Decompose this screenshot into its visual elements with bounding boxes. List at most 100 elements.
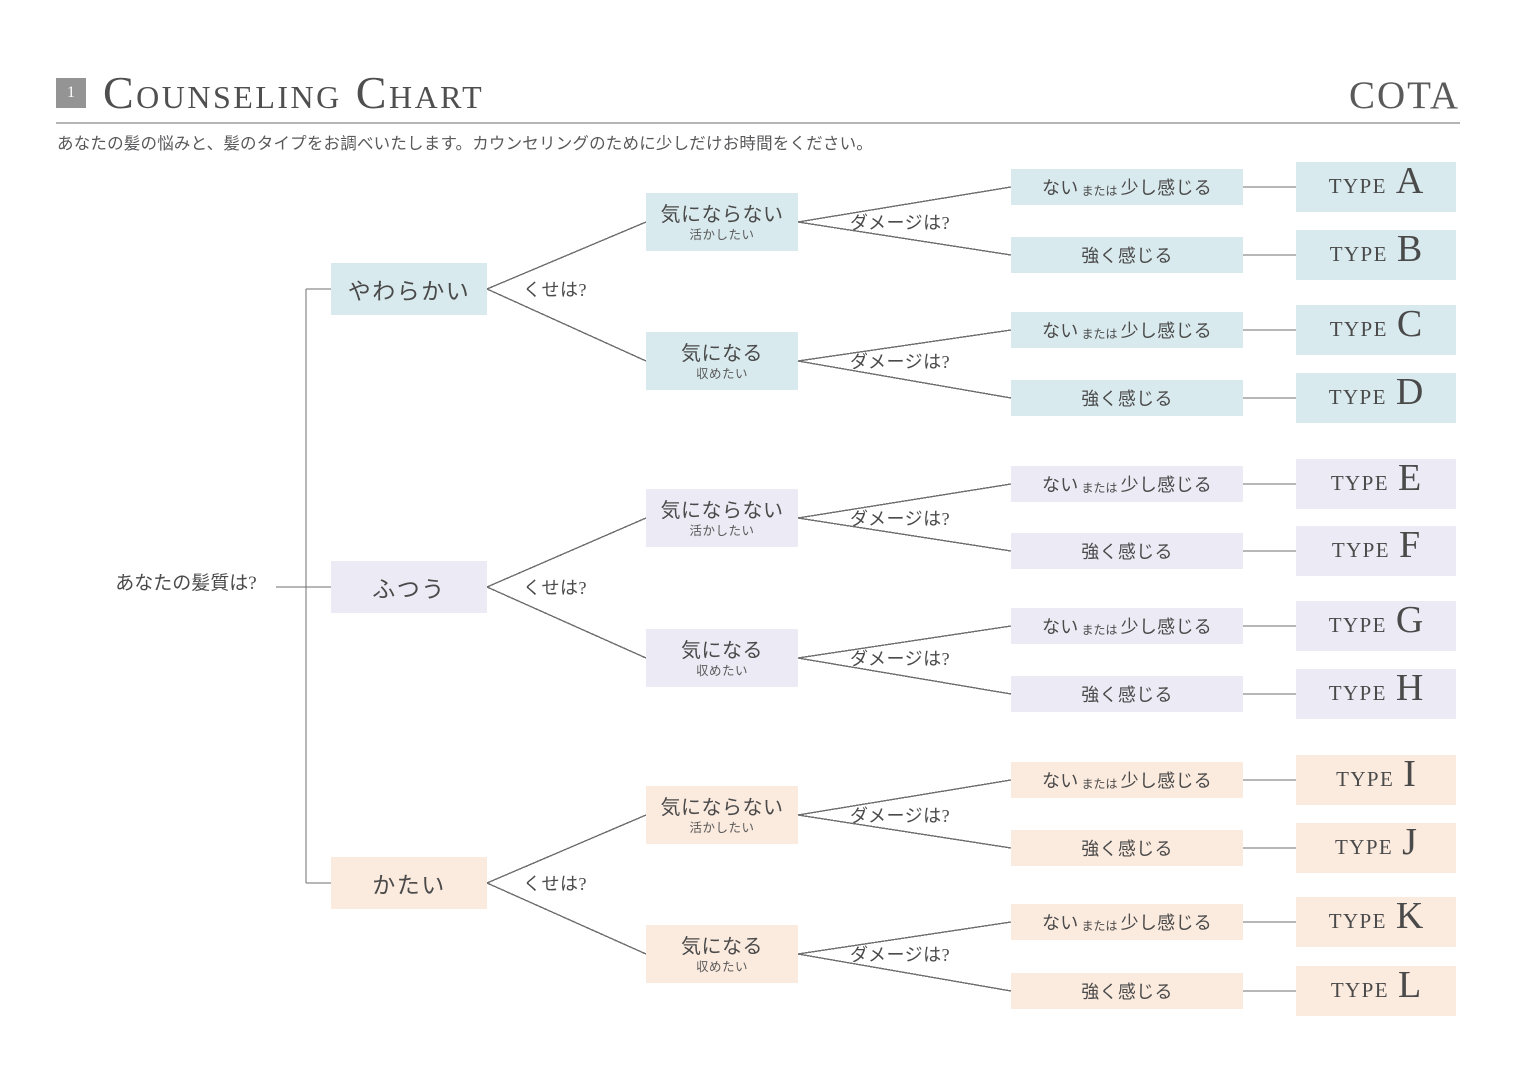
damage-label-conjunction: または (1081, 480, 1118, 495)
damage-label-post: 強く感じる (1081, 542, 1173, 562)
damage-label-post: 強く感じる (1081, 389, 1173, 409)
type-letter: C (1396, 303, 1423, 345)
type-letter: H (1395, 667, 1424, 709)
texture-node-2[interactable]: ふつう (331, 561, 487, 613)
type-result-l[interactable]: TYPE L (1296, 966, 1456, 1016)
damage-label-pre: ない (1041, 475, 1079, 495)
damage-label-post: 少し感じる (1120, 475, 1213, 495)
damage-label-pre: ない (1041, 913, 1079, 933)
damage-label-pre: ない (1041, 617, 1079, 637)
edge-label-damage-3-2: ダメージは? (850, 945, 951, 965)
damage-node-3-2-2[interactable]: 強く感じる (1011, 973, 1243, 1009)
damage-node-3-1-1[interactable]: ない または 少し感じる (1011, 762, 1243, 798)
damage-label-post: 強く感じる (1081, 839, 1173, 859)
type-word: TYPE (1335, 835, 1394, 859)
type-result-i[interactable]: TYPE I (1296, 755, 1456, 805)
curl-label-sub: 収めたい (695, 367, 748, 381)
damage-node-1-1-2[interactable]: 強く感じる (1011, 237, 1243, 273)
type-letter: L (1397, 964, 1422, 1006)
curl-label-sub: 収めたい (695, 960, 748, 974)
curl-label-sub: 活かしたい (689, 228, 755, 242)
damage-label-post: 少し感じる (1120, 178, 1213, 198)
type-result-k[interactable]: TYPE K (1296, 897, 1456, 947)
type-letter: K (1395, 895, 1424, 937)
damage-node-2-2-1[interactable]: ない または 少し感じる (1011, 608, 1243, 644)
curl-label-main: 気になる (681, 936, 763, 958)
damage-label-post: 少し感じる (1120, 617, 1213, 637)
damage-label-pre: ない (1041, 178, 1079, 198)
type-result-g[interactable]: TYPE G (1296, 601, 1456, 651)
damage-node-1-2-2[interactable]: 強く感じる (1011, 380, 1243, 416)
type-letter: E (1397, 457, 1422, 499)
texture-node-3[interactable]: かたい (331, 857, 487, 909)
damage-label-conjunction: または (1081, 622, 1118, 637)
type-word: TYPE (1328, 909, 1387, 933)
damage-node-2-2-2[interactable]: 強く感じる (1011, 676, 1243, 712)
type-result-a[interactable]: TYPE A (1296, 162, 1456, 212)
type-letter: B (1396, 228, 1423, 270)
damage-node-2-1-1[interactable]: ない または 少し感じる (1011, 466, 1243, 502)
edge-label-curl-1: くせは? (523, 280, 587, 300)
edge-label-curl-2: くせは? (523, 578, 587, 598)
damage-label-post: 強く感じる (1081, 246, 1173, 266)
damage-label-post: 少し感じる (1120, 771, 1213, 791)
damage-label-conjunction: または (1081, 776, 1118, 791)
type-letter: F (1398, 524, 1421, 566)
damage-label-pre: ない (1041, 321, 1079, 341)
type-result-f[interactable]: TYPE F (1296, 526, 1456, 576)
curl-node-3-1[interactable]: 気にならない 活かしたい (646, 786, 798, 844)
decision-tree-diagram: あなたの髪質は? やわらかい くせは? 気にならない 活かしたい ダメージは? ない または… (0, 0, 1536, 1087)
curl-node-3-2[interactable]: 気になる 収めたい (646, 925, 798, 983)
curl-label-sub: 活かしたい (689, 524, 755, 538)
edge-label-damage-1-1: ダメージは? (850, 213, 951, 233)
type-letter: J (1402, 821, 1417, 863)
type-letter: A (1395, 160, 1424, 202)
damage-label-post: 強く感じる (1081, 982, 1173, 1002)
damage-node-3-2-1[interactable]: ない または 少し感じる (1011, 904, 1243, 940)
type-result-b[interactable]: TYPE B (1296, 230, 1456, 280)
type-word: TYPE (1328, 174, 1387, 198)
damage-label-pre: ない (1041, 771, 1079, 791)
damage-node-3-1-2[interactable]: 強く感じる (1011, 830, 1243, 866)
damage-label-conjunction: または (1081, 918, 1118, 933)
curl-node-2-1[interactable]: 気にならない活かしたい (646, 489, 798, 547)
type-letter: I (1403, 753, 1416, 795)
edge-label-damage-2-1: ダメージは? (850, 509, 951, 529)
type-word: TYPE (1336, 767, 1395, 791)
type-word: TYPE (1329, 317, 1388, 341)
type-result-c[interactable]: TYPE C (1296, 305, 1456, 355)
edge-label-curl-3: くせは? (523, 874, 587, 894)
type-result-d[interactable]: TYPE D (1296, 373, 1456, 423)
damage-node-1-1-1[interactable]: ない または 少し感じる (1011, 169, 1243, 205)
damage-node-2-1-2[interactable]: 強く感じる (1011, 533, 1243, 569)
type-result-j[interactable]: TYPE J (1296, 823, 1456, 873)
type-word: TYPE (1330, 471, 1389, 495)
type-word: TYPE (1329, 242, 1388, 266)
type-letter: G (1395, 599, 1424, 641)
curl-label-main: 気にならない (660, 500, 784, 522)
edge-label-damage-1-2: ダメージは? (850, 352, 951, 372)
damage-label-conjunction: または (1081, 326, 1118, 341)
texture-node-1[interactable]: やわらかい (331, 263, 487, 315)
curl-label-sub: 収めたい (695, 664, 748, 678)
curl-label-main: 気にならない (660, 797, 784, 819)
curl-node-2-2[interactable]: 気になる 収めたい (646, 629, 798, 687)
texture-label: かたい (372, 873, 446, 898)
edge-label-damage-2-2: ダメージは? (850, 649, 951, 669)
edge-label-damage-3-1: ダメージは? (850, 806, 951, 826)
curl-label-main: 気になる (681, 343, 763, 365)
type-result-e[interactable]: TYPE E (1296, 459, 1456, 509)
curl-node-1-1[interactable]: 気にならない 活かしたい (646, 193, 798, 251)
damage-node-1-2-1[interactable]: ない または 少し感じる (1011, 312, 1243, 348)
type-word: TYPE (1330, 978, 1389, 1002)
texture-label: やわらかい (347, 279, 471, 304)
counseling-chart-page: 1 Counseling Chart COTA あなたの髪の悩みと、髪のタイプを… (0, 0, 1536, 1087)
type-word: TYPE (1331, 538, 1390, 562)
type-letter: D (1395, 371, 1424, 413)
root-question-label: あなたの髪質は? (115, 573, 257, 594)
type-word: TYPE (1328, 613, 1387, 637)
damage-label-post: 強く感じる (1081, 685, 1173, 705)
curl-node-1-2[interactable]: 気になる 収めたい (646, 332, 798, 390)
type-result-h[interactable]: TYPE H (1296, 669, 1456, 719)
curl-label-main: 気になる (681, 640, 763, 662)
